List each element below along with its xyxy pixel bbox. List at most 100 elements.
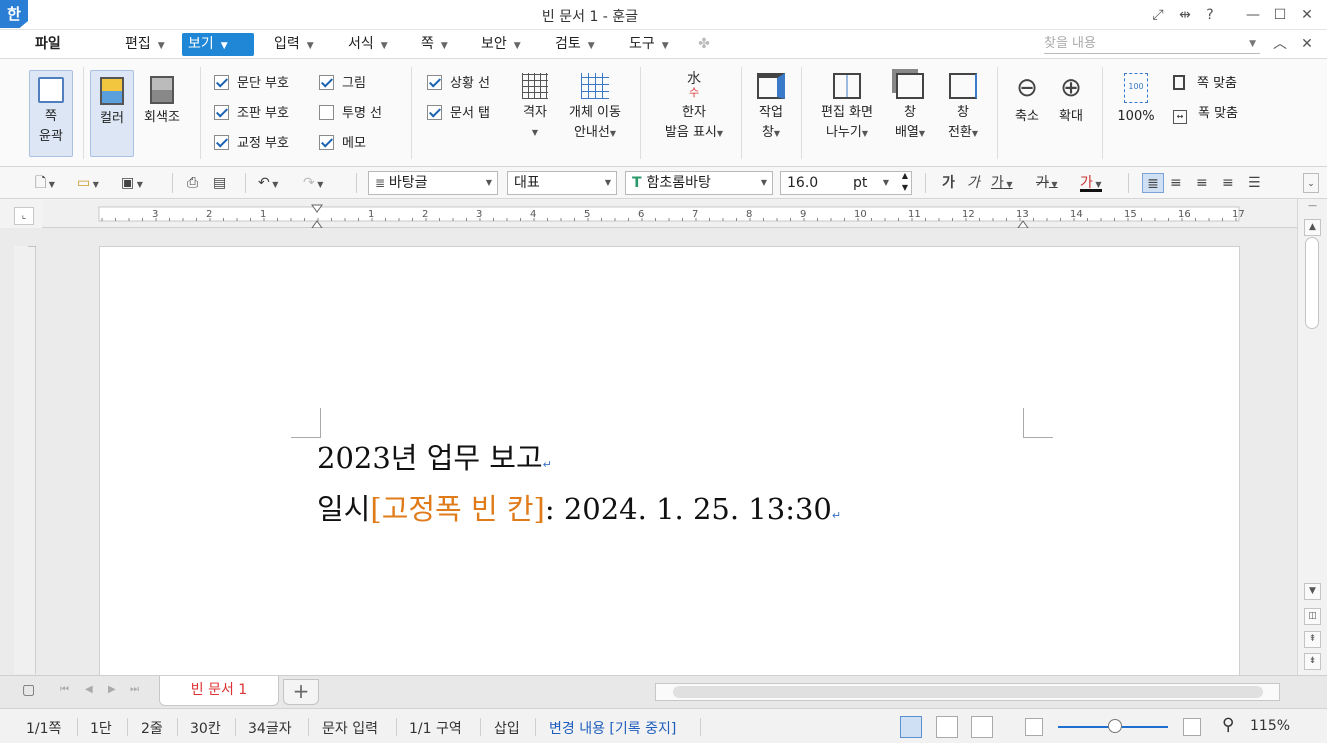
search-input[interactable]: 찾을 내용 ▼ — [1044, 34, 1260, 54]
save-icon[interactable]: ▣ ▼ — [121, 173, 143, 193]
print-icon[interactable]: ⎙ — [187, 173, 198, 193]
tab-document-1[interactable]: 빈 문서 1 — [159, 676, 279, 706]
ruler-corner-icon[interactable]: ⌞ — [14, 207, 34, 225]
align-center-icon[interactable]: ≡ — [1196, 173, 1208, 193]
minimize-icon[interactable]: — — [1243, 5, 1263, 25]
check-status-line[interactable]: 상황 선 — [427, 74, 490, 94]
doc-line-title[interactable]: 2023년 업무 보고↵ — [317, 435, 552, 477]
arrange-windows-button[interactable]: 창 배열▼ — [890, 73, 930, 144]
check-layout-mark[interactable]: 조판 부호 — [214, 104, 289, 124]
color-view-button[interactable]: 컬러 — [90, 70, 134, 157]
italic-icon[interactable]: 가 — [967, 173, 980, 193]
vertical-ruler[interactable] — [14, 245, 36, 674]
menu-file[interactable]: 파일 — [29, 33, 67, 56]
zoom-out-button[interactable]: ⊖ 축소 — [1007, 73, 1047, 127]
font-size-input[interactable]: 16.0 pt ▼ ▲ ▼ — [780, 171, 912, 195]
open-folder-icon[interactable]: ▭ ▼ — [77, 173, 99, 193]
next-tab-icon[interactable]: ▶ — [108, 684, 116, 695]
horizontal-scroll-thumb[interactable] — [673, 686, 1263, 698]
zoom-100-button[interactable]: 100 100% — [1112, 73, 1160, 127]
status-page[interactable]: 1/1쪽 — [26, 718, 61, 738]
prev-tab-icon[interactable]: ◀ — [85, 684, 93, 695]
menu-insert[interactable]: 입력 ▼ — [268, 33, 320, 56]
align-left-icon[interactable]: ≡ — [1170, 173, 1182, 193]
scroll-up-icon[interactable]: ▲ — [1304, 219, 1321, 236]
check-memo[interactable]: 메모 — [319, 134, 366, 154]
check-proof-mark[interactable]: 교정 부호 — [214, 134, 289, 154]
horizontal-scrollbar[interactable] — [655, 683, 1280, 701]
split-view-button[interactable]: 편집 화면 나누기▼ — [812, 73, 882, 144]
check-doc-tab[interactable]: 문서 탭 — [427, 104, 490, 124]
task-pane-button[interactable]: 작업 창▼ — [751, 73, 791, 144]
strikethrough-icon[interactable]: 가 ▼ — [1036, 173, 1058, 193]
last-tab-icon[interactable]: ⏭ — [130, 684, 139, 695]
align-distribute-icon[interactable]: ☰ — [1248, 173, 1261, 193]
grayscale-button[interactable]: 회색조 — [139, 70, 185, 157]
zoom-in-button[interactable]: ⊕ 확대 — [1051, 73, 1091, 127]
status-track-changes[interactable]: 변경 내용 [기록 중지] — [549, 718, 676, 738]
right-indent-marker-icon[interactable] — [1017, 220, 1029, 229]
font-color-icon[interactable]: 가 ▼ — [1080, 173, 1102, 192]
object-guide-button[interactable]: 개체 이동 안내선▼ — [562, 73, 628, 144]
status-input-mode[interactable]: 문자 입력 — [322, 718, 378, 738]
document-page[interactable] — [99, 246, 1240, 675]
help-icon[interactable]: ? — [1200, 5, 1220, 25]
grid-button[interactable]: 격자 ▼ — [515, 73, 555, 143]
switch-window-button[interactable]: 창 전환▼ — [941, 73, 985, 144]
doc-line-date[interactable]: 일시[고정폭 빈 칸]: 2024. 1. 25. 13:30↵ — [317, 486, 841, 528]
align-right-icon[interactable]: ≡ — [1222, 173, 1234, 193]
view-full-icon[interactable] — [971, 716, 993, 738]
check-transparent-line[interactable]: 투명 선 — [319, 104, 382, 124]
view-width-icon[interactable] — [936, 716, 958, 738]
scroll-thumb[interactable] — [1305, 237, 1319, 329]
menu-page[interactable]: 쪽 ▼ — [415, 33, 454, 56]
vertical-scrollbar[interactable]: — ▲ ▼ ◫ ⇞ ⇟ — [1297, 199, 1327, 675]
tab-list-icon[interactable]: ▢ — [22, 682, 35, 698]
bold-icon[interactable]: 가 — [942, 173, 955, 193]
menu-view[interactable]: 보기 ▼ — [182, 33, 254, 56]
fullscreen-icon[interactable]: ⤢ — [1148, 5, 1168, 25]
language-select[interactable]: 대표 ▼ — [507, 171, 617, 195]
font-select[interactable]: T 함초롬바탕 ▼ — [625, 171, 773, 195]
split-icon[interactable]: ⇹ — [1175, 5, 1195, 25]
maximize-icon[interactable]: ☐ — [1270, 5, 1290, 25]
status-zoom[interactable]: 115% — [1250, 718, 1290, 734]
scroll-collapse-icon[interactable]: — — [1304, 199, 1321, 216]
scroll-down-icon[interactable]: ▼ — [1304, 583, 1321, 600]
menu-edit[interactable]: 편집 ▼ — [119, 33, 171, 56]
close-doc-icon[interactable]: ✕ — [1297, 34, 1317, 54]
underline-icon[interactable]: 가 ▼ — [991, 173, 1013, 193]
zoom-increase-icon[interactable] — [1183, 718, 1201, 736]
style-select[interactable]: ≣ 바탕글 ▼ — [368, 171, 498, 195]
menu-tools[interactable]: 도구 ▼ — [623, 33, 675, 56]
toolbar-expand-icon[interactable]: ⌄ — [1303, 173, 1319, 193]
align-justify-icon[interactable]: ≣ — [1142, 173, 1164, 193]
next-page-icon[interactable]: ⇟ — [1304, 653, 1321, 670]
fit-width-button[interactable]: ↔ 폭 맞춤 — [1173, 104, 1238, 124]
close-icon[interactable]: ✕ — [1297, 5, 1317, 25]
menu-review[interactable]: 검토 ▼ — [549, 33, 601, 56]
zoom-magnifier-icon[interactable]: ⚲ — [1222, 715, 1234, 735]
zoom-decrease-icon[interactable] — [1025, 718, 1043, 736]
menu-format[interactable]: 서식 ▼ — [342, 33, 394, 56]
collapse-ribbon-icon[interactable]: ︿ — [1270, 34, 1290, 54]
check-picture[interactable]: 그림 — [319, 74, 366, 94]
size-spinner-icon[interactable]: ▲ ▼ — [902, 170, 908, 194]
page-select-icon[interactable]: ◫ — [1304, 608, 1321, 625]
view-page-icon[interactable] — [900, 716, 922, 738]
status-insert[interactable]: 삽입 — [494, 718, 520, 738]
horizontal-ruler[interactable]: 3 2 1 1 2 3 4 5 6 7 8 9 10 11 12 13 14 15 16 17 — [42, 200, 1297, 229]
new-document-icon[interactable]: 🗋 ▼ — [35, 173, 55, 193]
page-outline-button[interactable]: 쪽 윤곽 — [29, 70, 73, 157]
fit-page-button[interactable]: 쪽 맞춤 — [1173, 74, 1237, 94]
redo-icon[interactable]: ↷ ▼ — [303, 173, 323, 193]
undo-icon[interactable]: ↶ ▼ — [258, 173, 278, 193]
hanja-button[interactable]: 水수 한자 발음 표시▼ — [655, 72, 733, 144]
first-tab-icon[interactable]: ⏮ — [60, 684, 69, 695]
prev-page-icon[interactable]: ⇞ — [1304, 631, 1321, 648]
menu-security[interactable]: 보안 ▼ — [475, 33, 527, 56]
zoom-slider-knob[interactable] — [1108, 719, 1122, 733]
preview-icon[interactable]: ▤ — [213, 173, 226, 193]
check-paragraph-mark[interactable]: 문단 부호 — [214, 74, 289, 94]
add-tab-button[interactable]: + — [283, 679, 319, 705]
